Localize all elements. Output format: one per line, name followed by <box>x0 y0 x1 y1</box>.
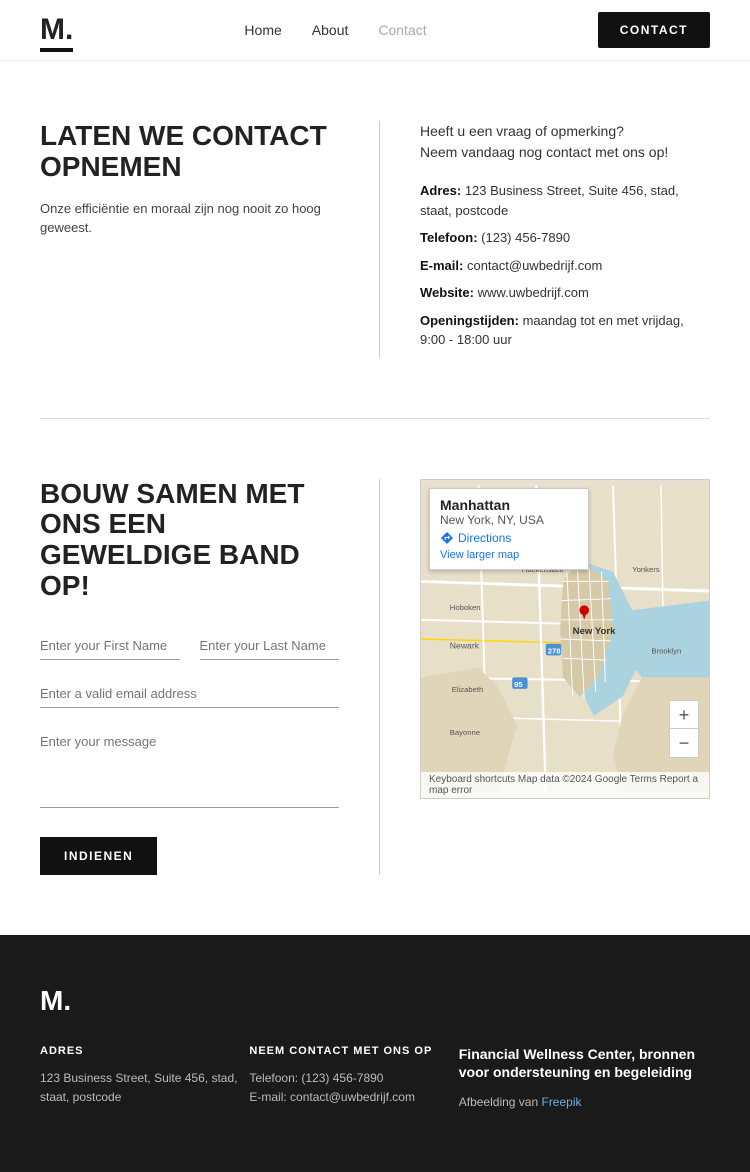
footer-right-col: Financial Wellness Center, bronnen voor … <box>459 1045 710 1113</box>
footer-email: E-mail: contact@uwbedrijf.com <box>249 1088 458 1107</box>
footer-right-heading: Financial Wellness Center, bronnen voor … <box>459 1045 710 1081</box>
svg-text:Bayonne: Bayonne <box>450 728 480 737</box>
map-container-wrapper: New York Newark Hoboken Brooklyn Elizabe… <box>380 479 710 875</box>
map-bottom-bar: Keyboard shortcuts Map data ©2024 Google… <box>421 772 709 798</box>
svg-text:Yonkers: Yonkers <box>632 564 660 573</box>
contact-info-right: Heeft u een vraag of opmerking? Neem van… <box>380 121 710 358</box>
nav-contact-button[interactable]: CONTACT <box>598 12 710 48</box>
footer-right-text: Afbeelding van Freepik <box>459 1093 710 1112</box>
svg-text:New York: New York <box>573 626 616 637</box>
footer-phone: Telefoon: (123) 456-7890 <box>249 1069 458 1088</box>
nav-contact-link[interactable]: Contact <box>378 22 426 38</box>
map-zoom-out[interactable]: − <box>670 729 698 757</box>
message-field-wrapper <box>40 728 339 813</box>
form-section: BOUW SAMEN MET ONS EEN GEWELDIGE BAND OP… <box>0 419 750 935</box>
footer-contact-col: NEEM CONTACT MET ONS OP Telefoon: (123) … <box>249 1045 458 1113</box>
map-attribution: Keyboard shortcuts Map data ©2024 Google… <box>429 774 701 796</box>
footer-freepik-link[interactable]: Freepik <box>541 1095 581 1109</box>
svg-text:Brooklyn: Brooklyn <box>651 646 681 655</box>
map-directions[interactable]: Directions <box>440 531 578 545</box>
address-row: Adres: 123 Business Street, Suite 456, s… <box>420 181 710 220</box>
map-state: New York, NY, USA <box>440 513 578 527</box>
website-row: Website: www.uwbedrijf.com <box>420 283 710 303</box>
directions-icon <box>440 531 454 545</box>
map-zoom-in[interactable]: + <box>670 701 698 729</box>
view-larger-link[interactable]: View larger map <box>440 549 578 561</box>
nav-links: Home About Contact <box>244 22 426 38</box>
contact-info-section: LATEN WE CONTACT OPNEMEN Onze efficiënti… <box>0 61 750 418</box>
message-textarea[interactable] <box>40 728 339 808</box>
phone-row: Telefoon: (123) 456-7890 <box>420 228 710 248</box>
nav-about[interactable]: About <box>312 22 349 38</box>
footer-logo: M. <box>40 985 710 1017</box>
footer: M. ADRES 123 Business Street, Suite 456,… <box>0 935 750 1172</box>
footer-columns: ADRES 123 Business Street, Suite 456, st… <box>40 1045 710 1113</box>
footer-address-col: ADRES 123 Business Street, Suite 456, st… <box>40 1045 249 1113</box>
svg-text:95: 95 <box>514 680 523 689</box>
map-container: New York Newark Hoboken Brooklyn Elizabe… <box>420 479 710 799</box>
email-row: E-mail: contact@uwbedrijf.com <box>420 256 710 276</box>
contact-info-left: LATEN WE CONTACT OPNEMEN Onze efficiënti… <box>40 121 380 358</box>
svg-text:278: 278 <box>548 646 562 655</box>
navbar: M. Home About Contact CONTACT <box>0 0 750 61</box>
map-zoom-controls: + − <box>669 700 699 758</box>
form-heading: BOUW SAMEN MET ONS EEN GEWELDIGE BAND OP… <box>40 479 339 602</box>
last-name-field <box>200 632 340 660</box>
svg-text:Hoboken: Hoboken <box>450 603 481 612</box>
svg-text:Elizabeth: Elizabeth <box>452 684 484 693</box>
footer-address-heading: ADRES <box>40 1045 249 1057</box>
last-name-input[interactable] <box>200 632 340 660</box>
svg-text:Newark: Newark <box>450 640 480 650</box>
contact-heading: LATEN WE CONTACT OPNEMEN <box>40 121 339 183</box>
submit-button[interactable]: INDIENEN <box>40 837 157 875</box>
footer-address-value: 123 Business Street, Suite 456, stad, st… <box>40 1069 249 1107</box>
first-name-input[interactable] <box>40 632 180 660</box>
first-name-field <box>40 632 180 660</box>
contact-intro: Heeft u een vraag of opmerking? Neem van… <box>420 121 710 163</box>
logo: M. <box>40 15 73 45</box>
email-field-wrapper <box>40 680 339 708</box>
footer-contact-heading: NEEM CONTACT MET ONS OP <box>249 1045 458 1057</box>
map-place-name: Manhattan <box>440 497 578 513</box>
hours-row: Openingstijden: maandag tot en met vrijd… <box>420 311 710 350</box>
nav-home[interactable]: Home <box>244 22 281 38</box>
contact-subtext: Onze efficiëntie en moraal zijn nog nooi… <box>40 199 339 238</box>
email-input[interactable] <box>40 680 339 708</box>
form-left: BOUW SAMEN MET ONS EEN GEWELDIGE BAND OP… <box>40 479 380 875</box>
name-row <box>40 632 339 660</box>
map-info-box: Manhattan New York, NY, USA Directions V… <box>429 488 589 570</box>
